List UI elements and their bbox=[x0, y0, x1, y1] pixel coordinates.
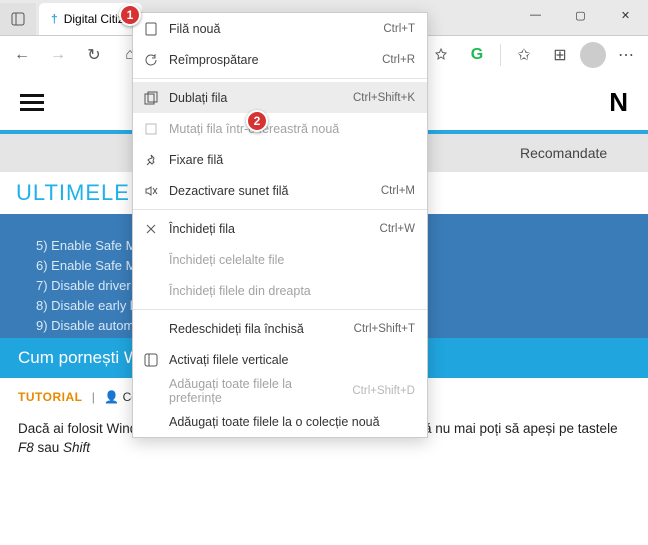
ctx-item-6[interactable]: Dezactivare sunet filă Ctrl+M bbox=[133, 175, 427, 206]
callout-1: 1 bbox=[119, 4, 141, 26]
favorites-button[interactable]: ✩ bbox=[508, 39, 540, 71]
ctx-label: Mutați fila într-o fereastră nouă bbox=[169, 122, 405, 136]
pin-icon bbox=[143, 152, 159, 168]
ctx-label: Fixare filă bbox=[169, 153, 405, 167]
key-shift: Shift bbox=[63, 440, 90, 455]
ctx-item-1[interactable]: Reîmprospătare Ctrl+R bbox=[133, 44, 427, 75]
minimize-button[interactable]: — bbox=[513, 0, 558, 30]
meta-separator: | bbox=[92, 390, 95, 404]
mute-icon bbox=[143, 183, 159, 199]
ctx-shortcut: Ctrl+M bbox=[381, 185, 415, 197]
favicon-icon: † bbox=[51, 12, 58, 26]
close-button[interactable]: ✕ bbox=[603, 0, 648, 30]
blank-icon bbox=[143, 383, 159, 399]
grammarly-button[interactable]: G bbox=[461, 39, 493, 71]
ctx-shortcut: Ctrl+T bbox=[383, 23, 415, 35]
forward-button[interactable]: → bbox=[42, 39, 74, 71]
ctx-label: Dezactivare sunet filă bbox=[169, 184, 371, 198]
collections-button[interactable]: ⊞ bbox=[544, 39, 576, 71]
refresh-button[interactable]: ↻ bbox=[78, 39, 110, 71]
ctx-shortcut: Ctrl+Shift+D bbox=[352, 385, 415, 397]
ctx-label: Închideți fila bbox=[169, 222, 370, 236]
ctx-label: Redeschideți fila închisă bbox=[169, 322, 344, 336]
menu-button[interactable]: ⋯ bbox=[610, 39, 642, 71]
vertical-tabs-icon bbox=[11, 12, 25, 26]
ctx-item-9: Închideți celelalte file bbox=[133, 244, 427, 275]
ctx-item-14: Adăugați toate filele la preferințe Ctrl+… bbox=[133, 375, 427, 406]
person-icon: 👤 bbox=[104, 390, 119, 404]
category-label[interactable]: TUTORIAL bbox=[18, 390, 82, 404]
maximize-button[interactable]: ▢ bbox=[558, 0, 603, 30]
ctx-label: Adăugați toate filele la o colecție nouă bbox=[169, 415, 405, 429]
ctx-item-5[interactable]: Fixare filă bbox=[133, 144, 427, 175]
close-icon bbox=[143, 221, 159, 237]
blank-icon bbox=[143, 252, 159, 268]
ctx-item-12[interactable]: Redeschideți fila închisă Ctrl+Shift+T bbox=[133, 313, 427, 344]
vtabs-icon bbox=[143, 352, 159, 368]
blank-icon bbox=[143, 321, 159, 337]
ctx-item-0[interactable]: Filă nouă Ctrl+T bbox=[133, 13, 427, 44]
ctx-item-4: Mutați fila într-o fereastră nouă bbox=[133, 113, 427, 144]
blank-icon bbox=[143, 283, 159, 299]
back-button[interactable]: ← bbox=[6, 39, 38, 71]
read-aloud-button[interactable] bbox=[425, 39, 457, 71]
ctx-item-3[interactable]: Dublați fila Ctrl+Shift+K bbox=[133, 82, 427, 113]
site-logo: N bbox=[609, 87, 628, 118]
ctx-label: Filă nouă bbox=[169, 22, 373, 36]
callout-2: 2 bbox=[246, 110, 268, 132]
ctx-item-8[interactable]: Închideți fila Ctrl+W bbox=[133, 213, 427, 244]
refresh-icon bbox=[143, 52, 159, 68]
ctx-item-10: Închideți filele din dreapta bbox=[133, 275, 427, 306]
ctx-label: Activați filele verticale bbox=[169, 353, 405, 367]
body-text-b: sau bbox=[34, 440, 63, 455]
ctx-label: Dublați fila bbox=[169, 91, 343, 105]
dup-icon bbox=[143, 90, 159, 106]
ctx-label: Reîmprospătare bbox=[169, 53, 372, 67]
ctx-label: Închideți filele din dreapta bbox=[169, 284, 405, 298]
key-f8: F8 bbox=[18, 440, 34, 455]
ctx-item-15[interactable]: Adăugați toate filele la o colecție nouă bbox=[133, 406, 427, 437]
ctx-label: Adăugați toate filele la preferințe bbox=[169, 377, 342, 405]
star-icon bbox=[433, 47, 449, 63]
profile-avatar[interactable] bbox=[580, 42, 606, 68]
ctx-shortcut: Ctrl+R bbox=[382, 54, 415, 66]
ctx-shortcut: Ctrl+Shift+T bbox=[354, 323, 415, 335]
ctx-item-13[interactable]: Activați filele verticale bbox=[133, 344, 427, 375]
blank-icon bbox=[143, 414, 159, 430]
separator bbox=[500, 44, 501, 66]
file-icon bbox=[143, 21, 159, 37]
ctx-shortcut: Ctrl+W bbox=[380, 223, 415, 235]
ctx-shortcut: Ctrl+Shift+K bbox=[353, 92, 415, 104]
vertical-tabs-button[interactable] bbox=[0, 3, 36, 35]
hamburger-button[interactable] bbox=[20, 90, 44, 115]
tab-context-menu: Filă nouă Ctrl+T Reîmprospătare Ctrl+R Dubla… bbox=[132, 12, 428, 438]
move-icon bbox=[143, 121, 159, 137]
ctx-label: Închideți celelalte file bbox=[169, 253, 405, 267]
window-controls: — ▢ ✕ bbox=[513, 0, 648, 30]
